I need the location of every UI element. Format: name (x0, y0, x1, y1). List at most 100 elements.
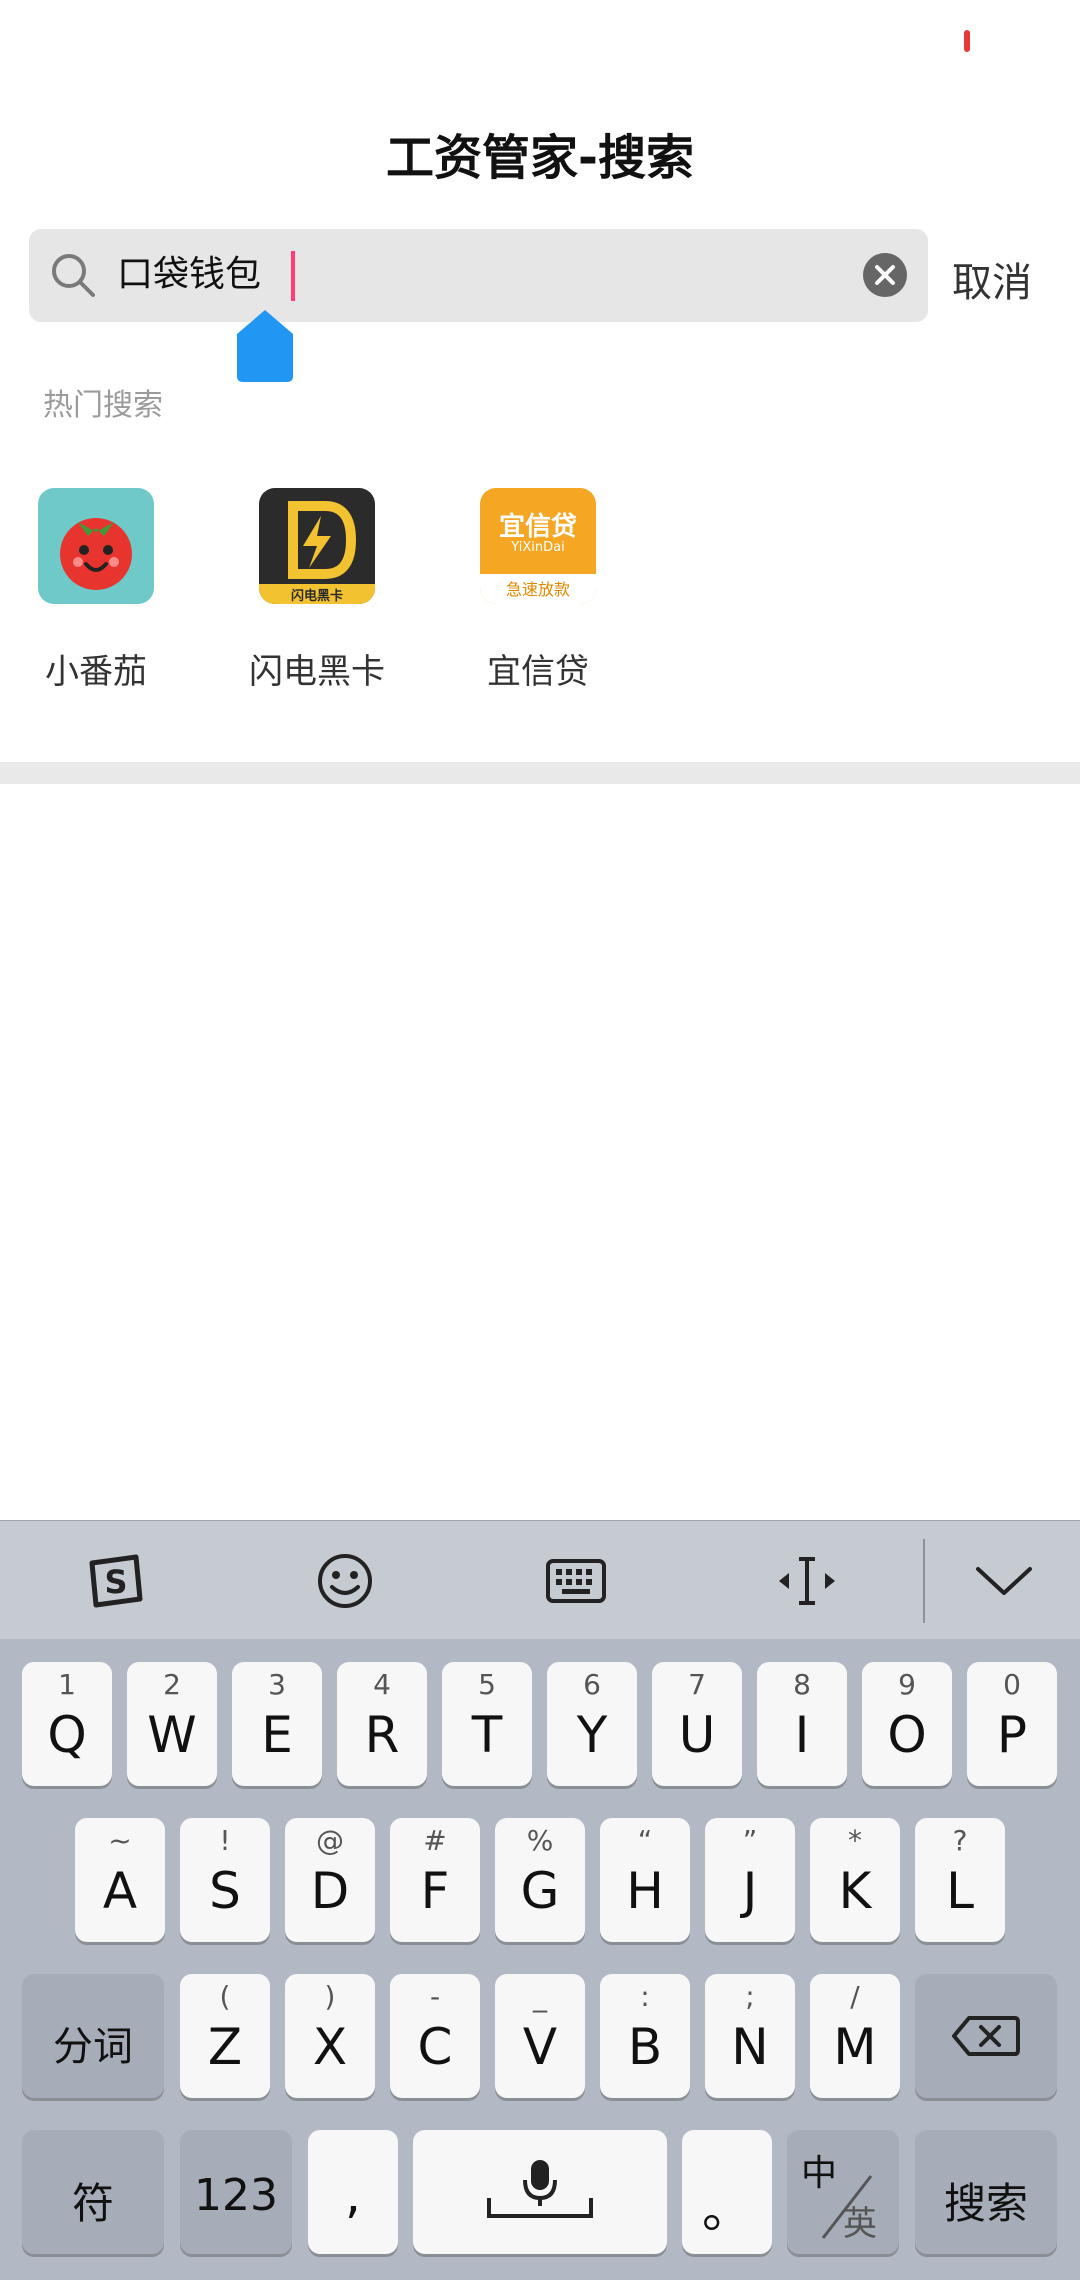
key-o[interactable]: 9O (862, 1662, 952, 1786)
key-z[interactable]: (Z (180, 1974, 270, 2098)
number-key[interactable]: 123 (180, 2130, 292, 2254)
tomato-app-icon[interactable] (38, 488, 154, 604)
toolbar-separator (923, 1539, 925, 1623)
key-d[interactable]: @ D (285, 1818, 375, 1942)
key-letter: M (833, 2018, 877, 2076)
svg-text:S: S (104, 1563, 127, 1601)
collapse-chevron-icon[interactable] (972, 1549, 1036, 1613)
key-s[interactable]: ! S (180, 1818, 270, 1942)
key-h[interactable]: “H (600, 1818, 690, 1942)
period-key[interactable]: 。 (682, 2130, 772, 2254)
keyboard-toolbar: S (0, 1520, 1080, 1639)
key-w[interactable]: 2W (127, 1662, 217, 1786)
hot-app-item[interactable]: 小番茄 (0, 488, 196, 693)
key-letter: N (731, 2018, 769, 2076)
key-letter: D (310, 1862, 350, 1920)
key-t[interactable]: 5T (442, 1662, 532, 1786)
key-m[interactable]: / M (810, 1974, 900, 2098)
clear-icon[interactable] (863, 253, 907, 297)
app-icon-footer: 急速放款 (505, 580, 570, 599)
app-name: 小番茄 (45, 652, 147, 692)
key-p[interactable]: 0P (967, 1662, 1057, 1786)
key-letter: T (471, 1706, 503, 1764)
key-hint: “ (637, 1824, 653, 1857)
key-q[interactable]: 1Q (22, 1662, 112, 1786)
cursor-handle[interactable] (237, 310, 293, 382)
language-switch-key[interactable]: 中 英 (787, 2130, 899, 2254)
key-hint: 0 (1003, 1668, 1021, 1701)
cursor-move-icon[interactable] (775, 1549, 839, 1613)
key-e[interactable]: 3E (232, 1662, 322, 1786)
fenci-key[interactable]: 分词 (22, 1974, 164, 2098)
key-a[interactable]: ~ A (75, 1818, 165, 1942)
text-caret (291, 251, 295, 301)
app-name: 宜信贷 (487, 652, 589, 692)
cancel-button[interactable]: 取消 (952, 250, 1032, 308)
keyboard-icon[interactable] (544, 1549, 608, 1613)
key-j[interactable]: ” J (705, 1818, 795, 1942)
key-letter: B (627, 2018, 663, 2076)
key-letter: Y (576, 1706, 608, 1764)
key-letter: K (838, 1862, 872, 1920)
key-letter: A (102, 1862, 138, 1920)
key-c[interactable]: -C (390, 1974, 480, 2098)
key-letter: X (312, 2018, 348, 2076)
key-hint: - (429, 1980, 441, 2013)
search-bar[interactable]: 口袋钱包 (29, 229, 928, 322)
comma-key[interactable]: , (308, 2130, 398, 2254)
key-hint: 7 (688, 1668, 706, 1701)
hot-search-title: 热门搜索 (43, 388, 163, 423)
backspace-key[interactable] (915, 1974, 1057, 2098)
key-letter: I (794, 1706, 810, 1764)
backspace-icon (952, 2016, 1020, 2056)
key-letter: Q (47, 1706, 87, 1764)
key-hint: 9 (898, 1668, 916, 1701)
key-letter: U (678, 1706, 716, 1764)
key-hint: 1 (58, 1668, 76, 1701)
microphone-icon (487, 2160, 593, 2218)
key-letter: W (147, 1706, 197, 1764)
key-g[interactable]: % G (495, 1818, 585, 1942)
hot-app-item[interactable]: 宜信贷 YiXinDai 急速放款 宜信贷 (438, 488, 638, 693)
key-x[interactable]: ) X (285, 1974, 375, 2098)
key-n[interactable]: ; N (705, 1974, 795, 2098)
key-v[interactable]: _ V (495, 1974, 585, 2098)
key-hint: 2 (163, 1668, 181, 1701)
key-hint: : (640, 1980, 650, 2013)
key-hint: _ (533, 1980, 547, 2013)
key-letter: J (742, 1862, 758, 1920)
key-hint: ” (742, 1824, 758, 1857)
key-hint: # (423, 1824, 447, 1857)
key-k[interactable]: * K (810, 1818, 900, 1942)
key-y[interactable]: 6Y (547, 1662, 637, 1786)
key-u[interactable]: 7U (652, 1662, 742, 1786)
space-key[interactable] (413, 2130, 667, 2254)
status-indicator (964, 30, 970, 52)
key-i[interactable]: 8I (757, 1662, 847, 1786)
sogou-logo-icon[interactable]: S (82, 1549, 146, 1613)
search-input[interactable]: 口袋钱包 (117, 249, 261, 301)
key-r[interactable]: 4R (337, 1662, 427, 1786)
key-hint: 8 (793, 1668, 811, 1701)
key-hint: 4 (373, 1668, 391, 1701)
search-key[interactable]: 搜索 (915, 2130, 1057, 2254)
key-hint: / (850, 1980, 860, 2013)
lang-bottom-label: 英 (843, 2204, 877, 2244)
key-letter: F (420, 1862, 450, 1920)
key-b[interactable]: :B (600, 1974, 690, 2098)
lightning-card-app-icon[interactable]: 闪电黑卡 (259, 488, 375, 604)
soft-keyboard: S 1Q2W3E4R5T6Y7U8I9O0P ~ A! S @ D # F % … (0, 1520, 1080, 2280)
hot-app-item[interactable]: 闪电黑卡 闪电黑卡 (217, 488, 417, 693)
key-letter: V (522, 2018, 558, 2076)
key-hint: ! (219, 1824, 231, 1857)
emoji-icon[interactable] (313, 1549, 377, 1613)
search-icon (52, 254, 95, 297)
key-hint: 6 (583, 1668, 601, 1701)
key-l[interactable]: ? L (915, 1818, 1005, 1942)
key-letter: S (209, 1862, 241, 1920)
app-icon-text: 宜信贷 (498, 512, 577, 542)
key-f[interactable]: # F (390, 1818, 480, 1942)
symbol-key[interactable]: 符 (22, 2130, 164, 2254)
yixindai-app-icon[interactable]: 宜信贷 YiXinDai 急速放款 (480, 488, 596, 604)
key-letter: E (261, 1706, 293, 1764)
